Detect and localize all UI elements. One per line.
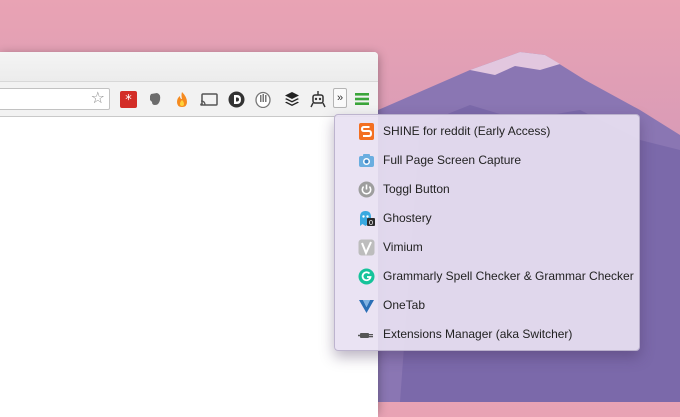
evernote-icon[interactable] (146, 90, 164, 108)
extensions-overflow-button[interactable]: » (333, 88, 347, 108)
menu-item-grammarly[interactable]: Grammarly Spell Checker & Grammar Checke… (335, 262, 639, 291)
menu-item-label: OneTab (383, 298, 426, 312)
browser-toolbar: ☆ * » (0, 82, 378, 117)
menu-item-label: Full Page Screen Capture (383, 153, 522, 167)
svg-text:*: * (125, 93, 132, 108)
bookmark-star-icon[interactable]: ☆ (91, 90, 105, 108)
svg-text:0: 0 (369, 219, 373, 227)
browser-window: ☆ * » (0, 52, 378, 417)
camera-icon (359, 154, 374, 167)
lastpass-icon[interactable]: * (119, 90, 137, 108)
menu-item-vimium[interactable]: Vimium (335, 233, 639, 262)
menu-item-shine[interactable]: SHINE for reddit (Early Access) (335, 117, 639, 146)
extensions-overflow-menu: SHINE for reddit (Early Access) Full Pag… (334, 114, 640, 351)
vimium-icon (358, 239, 375, 256)
menu-item-ghostery[interactable]: 0 Ghostery (335, 204, 639, 233)
menu-item-label: SHINE for reddit (Early Access) (383, 124, 551, 138)
address-bar[interactable]: ☆ (0, 88, 110, 110)
browser-titlebar (0, 52, 378, 82)
menu-item-label: Extensions Manager (aka Switcher) (383, 327, 573, 341)
cast-icon[interactable] (200, 90, 218, 108)
menu-item-label: Ghostery (383, 211, 432, 225)
buffer-stack-icon[interactable] (283, 90, 301, 108)
page-content (0, 117, 378, 417)
menu-item-label: Vimium (383, 240, 423, 254)
plug-icon (358, 333, 373, 338)
menu-item-extensions-manager[interactable]: Extensions Manager (aka Switcher) (335, 320, 639, 349)
toggl-hand-icon[interactable] (254, 90, 272, 108)
menu-item-toggl-button[interactable]: Toggl Button (335, 175, 639, 204)
shine-icon (359, 123, 374, 140)
menu-item-full-page-screen-capture[interactable]: Full Page Screen Capture (335, 146, 639, 175)
menu-item-onetab[interactable]: OneTab (335, 291, 639, 320)
hamburger-menu-icon[interactable] (353, 90, 371, 108)
menu-item-label: Grammarly Spell Checker & Grammar Checke… (383, 269, 634, 283)
power-icon (358, 181, 375, 198)
shine-fire-icon[interactable] (173, 90, 191, 108)
disconnect-icon[interactable] (227, 90, 245, 108)
grammarly-icon (358, 268, 375, 285)
ghost-icon: 0 (360, 211, 375, 227)
menu-item-label: Toggl Button (383, 182, 450, 196)
onetab-icon (359, 300, 374, 313)
robot-icon[interactable] (309, 90, 327, 108)
